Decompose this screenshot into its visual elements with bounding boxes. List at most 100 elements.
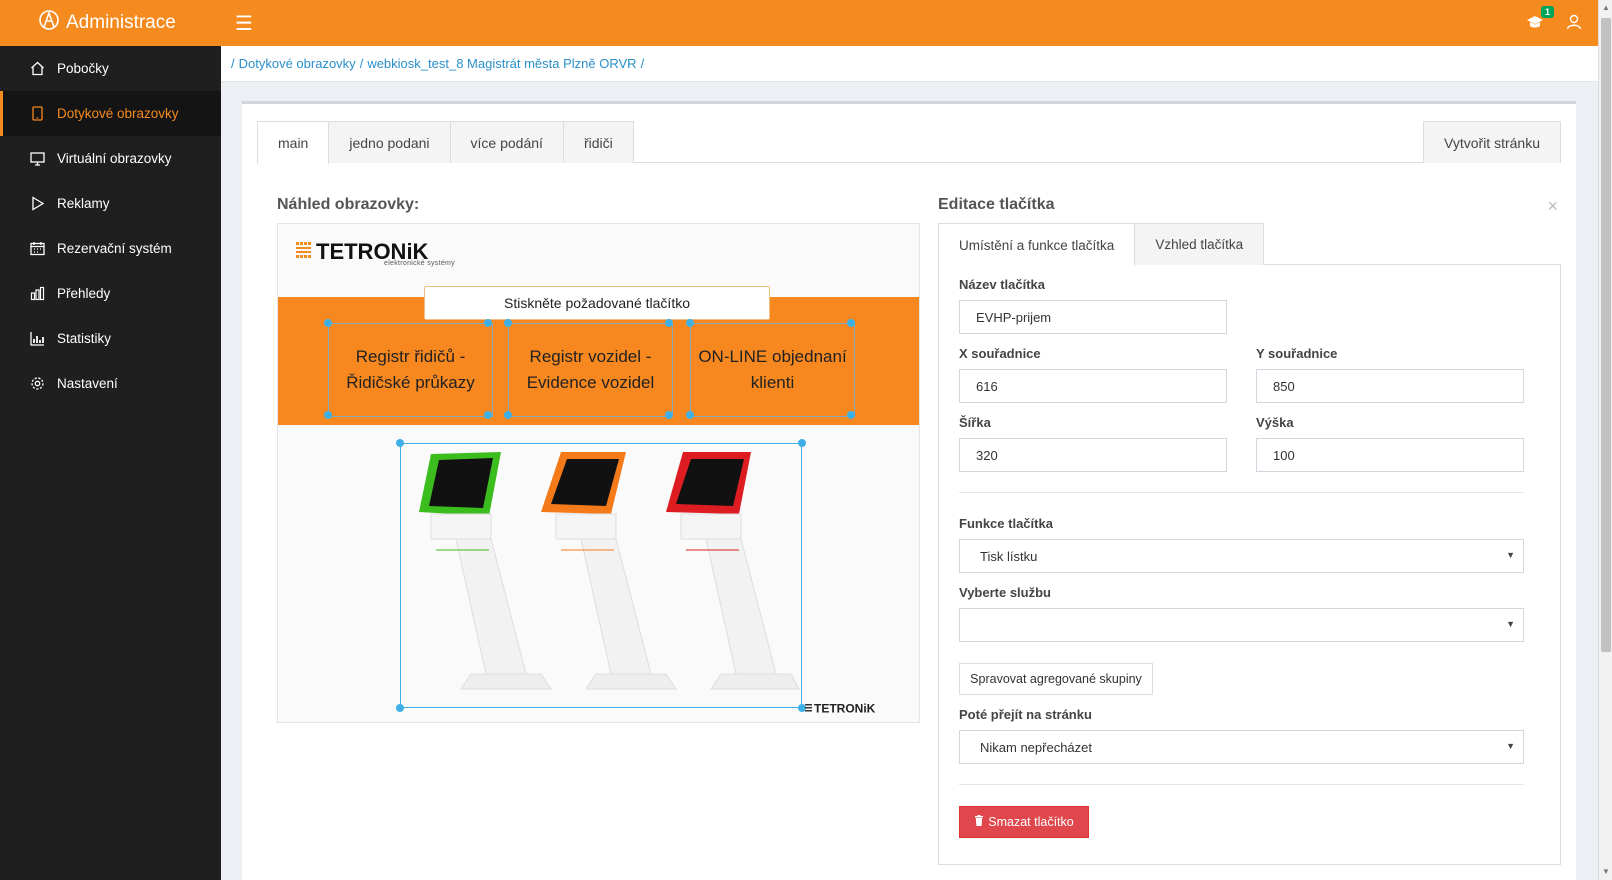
y-input[interactable]: 850 [1256,369,1524,403]
notifications-button[interactable]: 1 [1526,5,1554,32]
resize-handle[interactable] [324,411,332,419]
delete-button[interactable]: Smazat tlačítko [959,806,1089,838]
resize-handle[interactable] [396,439,404,447]
tab-vice-podani[interactable]: více podání [449,121,564,163]
resize-handle[interactable] [396,704,404,712]
resize-handle[interactable] [686,319,694,327]
preview-button-registr-vozidel[interactable]: Registr vozidel - Evidence vozidel [508,323,673,417]
editor-title: Editace tlačítka [938,196,1055,213]
resize-handle[interactable] [665,319,673,327]
svg-text:TETRONiK: TETRONiK [316,240,429,262]
create-page-button[interactable]: Vytvořit stránku [1423,121,1561,163]
divider [959,492,1524,493]
next-page-label: Poté přejít na stránku [959,707,1092,722]
service-select[interactable]: ▼ [959,608,1524,642]
tab-ridici[interactable]: řidiči [562,121,634,163]
editor-panel: main jedno podani více podání řidiči Vyt… [242,101,1576,880]
breadcrumb-item-touchscreens[interactable]: Dotykové obrazovky [239,56,356,71]
width-input[interactable]: 320 [959,438,1227,472]
x-input[interactable]: 616 [959,369,1227,403]
graduation-cap-icon [1526,15,1544,32]
menu-toggle-icon[interactable]: ☰ [235,11,253,36]
scroll-thumb[interactable] [1601,18,1611,652]
screen-preview: TETRONiK elektronické systémy Stiskněte … [277,223,920,723]
footer-logo: TETRONiK [805,701,897,718]
sidebar-item-label: Rezervační systém [57,241,172,256]
page-tabs: main jedno podani více podání řidiči Vyt… [257,121,1561,164]
svg-text:TETRONiK: TETRONiK [814,702,876,716]
tablet-icon [29,106,45,122]
manage-groups-button[interactable]: Spravovat agregované skupiny [959,663,1153,695]
resize-handle[interactable] [504,319,512,327]
tab-jedno-podani[interactable]: jedno podani [328,121,451,163]
height-label: Výška [1256,415,1294,430]
notification-badge: 1 [1540,5,1554,18]
name-input[interactable]: EVHP-prijem [959,300,1227,334]
sidebar-item-label: Nastavení [57,376,118,391]
preview-button-registr-ridicu[interactable]: Registr řidičů - Řidičské průkazy [328,323,493,417]
height-input[interactable]: 100 [1256,438,1524,472]
service-label: Vyberte službu [959,585,1051,600]
divider [959,784,1524,785]
sidebar-item-label: Statistiky [57,331,112,346]
sidebar-item-statistiky[interactable]: Statistiky [0,316,221,361]
resize-handle[interactable] [504,411,512,419]
x-label: X souřadnice [959,346,1041,361]
preview-button-online-objednani[interactable]: ON-LINE objednaní klienti [690,323,855,417]
y-label: Y souřadnice [1256,346,1338,361]
sidebar-item-pobocky[interactable]: Pobočky [0,46,221,91]
kiosks-illustration [419,452,800,690]
user-icon[interactable] [1566,14,1582,33]
sidebar-item-label: Pobočky [57,61,109,76]
tab-appearance[interactable]: Vzhled tlačítka [1134,223,1265,265]
sidebar-item-reklamy[interactable]: Reklamy [0,181,221,226]
next-page-select[interactable]: Nikam nepřecházet ▼ [959,730,1524,764]
scroll-down-icon[interactable]: ▼ [1599,864,1612,880]
close-icon[interactable]: × [1547,196,1558,217]
logo-subtitle: elektronické systémy [384,260,455,267]
preview-prompt[interactable]: Stiskněte požadované tlačítko [424,286,770,320]
preview-title: Náhled obrazovky: [277,196,420,213]
breadcrumb: / Dotykové obrazovky / webkiosk_test_8 M… [221,46,1598,82]
breadcrumb-item-kiosk[interactable]: webkiosk_test_8 Magistrát města Plzně OR… [367,56,636,71]
stats-icon [29,331,45,347]
width-label: Šířka [959,415,991,430]
monitor-icon [29,151,45,167]
editor-tabs: Umístění a funkce tlačítka Vzhled tlačít… [938,223,1561,266]
function-select[interactable]: Tisk lístku ▼ [959,539,1524,573]
kiosk-image-frame[interactable] [400,443,802,708]
sidebar-item-rezervacni-system[interactable]: Rezervační systém [0,226,221,271]
resize-handle[interactable] [798,439,806,447]
top-navbar: Administrace ☰ 1 [0,0,1598,46]
resize-handle[interactable] [847,411,855,419]
caret-down-icon: ▼ [1506,550,1515,560]
sidebar: Pobočky Dotykové obrazovky Virtuální obr… [0,46,221,880]
caret-down-icon: ▼ [1506,619,1515,629]
resize-handle[interactable] [324,319,332,327]
sidebar-item-label: Virtuální obrazovky [57,151,172,166]
name-label: Název tlačítka [959,277,1045,292]
resize-handle[interactable] [484,319,492,327]
function-label: Funkce tlačítka [959,516,1053,531]
tab-main[interactable]: main [257,121,330,164]
sidebar-item-virtualni-obrazovky[interactable]: Virtuální obrazovky [0,136,221,181]
scroll-up-icon[interactable]: ▲ [1599,0,1612,16]
resize-handle[interactable] [665,411,673,419]
resize-handle[interactable] [484,411,492,419]
resize-handle[interactable] [686,411,694,419]
resize-handle[interactable] [847,319,855,327]
button-editor: Umístění a funkce tlačítka Vzhled tlačít… [938,223,1561,865]
sidebar-item-label: Dotykové obrazovky [57,106,179,121]
tab-placement-function[interactable]: Umístění a funkce tlačítka [938,223,1136,266]
editor-body: Název tlačítka EVHP-prijem X souřadnice … [938,265,1561,865]
sidebar-item-nastaveni[interactable]: Nastavení [0,361,221,406]
logo-icon [38,9,66,37]
bar-chart-icon [29,286,45,302]
play-icon [29,196,45,212]
sidebar-item-dotykove-obrazovky[interactable]: Dotykové obrazovky [0,91,221,136]
brand[interactable]: Administrace [0,0,221,46]
page-scrollbar[interactable]: ▲ ▼ [1598,0,1612,880]
sidebar-item-prehledy[interactable]: Přehledy [0,271,221,316]
calendar-icon [29,241,45,257]
home-icon [29,61,45,77]
